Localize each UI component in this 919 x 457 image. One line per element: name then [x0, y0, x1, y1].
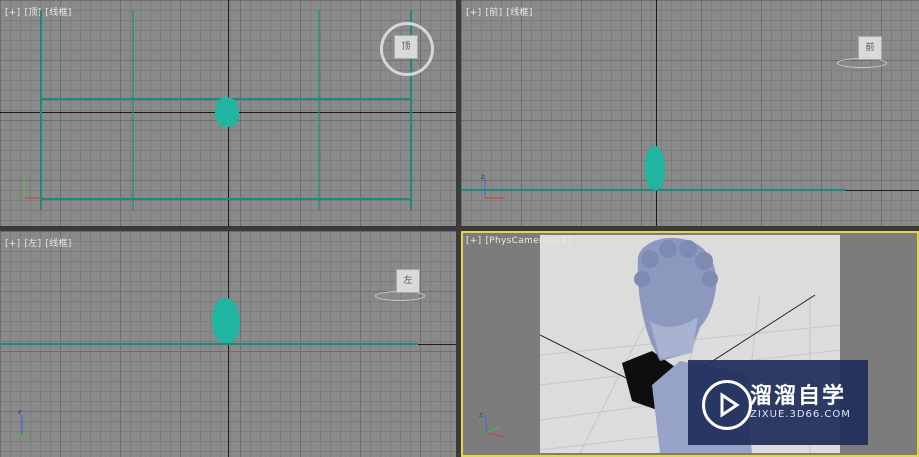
viewport-view-name[interactable]: [顶] — [24, 8, 41, 18]
viewport-menu-plus[interactable]: [+] — [5, 8, 20, 18]
ground-plane-edge — [132, 10, 134, 210]
viewcube[interactable]: 顶 — [394, 35, 418, 59]
play-logo-icon — [702, 380, 752, 430]
bust-model[interactable] — [645, 146, 665, 190]
viewport-menu-plus[interactable]: [+] — [466, 8, 481, 18]
viewport-front[interactable]: [+] [前] [线框] 前 z — [461, 0, 919, 226]
bust-model[interactable] — [215, 97, 239, 127]
viewport-view-name[interactable]: [左] — [24, 239, 41, 249]
viewport-view-name[interactable]: [前] — [485, 8, 502, 18]
axis-z-label: z — [481, 173, 485, 181]
viewport-menu-plus[interactable]: [+] — [466, 236, 481, 246]
ground-plane-edge — [318, 10, 320, 210]
watermark-subtitle: ZIXUE.3D66.COM — [750, 409, 851, 420]
watermark-title: 溜溜自学 — [750, 384, 847, 409]
axis-gizmo: z — [479, 411, 506, 438]
axis-gizmo: z — [12, 408, 28, 436]
viewcube[interactable]: 左 — [396, 269, 420, 293]
viewport-shading-mode[interactable]: [线框] — [506, 8, 532, 18]
viewport-camera-label[interactable]: [+] [PhysCamera001] — [466, 236, 575, 246]
axis-gizmo — [23, 178, 44, 199]
axis-z-label: z — [479, 411, 483, 419]
bust-model[interactable] — [212, 298, 240, 343]
axis-z-label: z — [18, 408, 22, 416]
viewport-camera-name[interactable]: [PhysCamera001] — [485, 236, 570, 246]
viewport-left-label[interactable]: [+] [左] [线框] — [5, 236, 76, 249]
viewport-shading-mode[interactable]: [线框] — [45, 239, 71, 249]
world-axis-vertical — [656, 0, 657, 226]
watermark-logo: 溜溜自学 ZIXUE.3D66.COM — [688, 360, 868, 445]
viewcube[interactable]: 前 — [858, 36, 882, 60]
ground-plane-edge — [0, 343, 418, 345]
viewport-menu-plus[interactable]: [+] — [5, 239, 20, 249]
viewport-left[interactable]: [+] [左] [线框] 左 z — [0, 231, 456, 457]
axis-gizmo: z — [481, 173, 505, 199]
ground-plane-edge — [40, 198, 412, 200]
viewport-top[interactable]: [+] [顶] [线框] 顶 — [0, 0, 456, 226]
viewport-front-label[interactable]: [+] [前] [线框] — [466, 5, 537, 18]
viewport-shading-mode[interactable]: [线框] — [45, 8, 71, 18]
